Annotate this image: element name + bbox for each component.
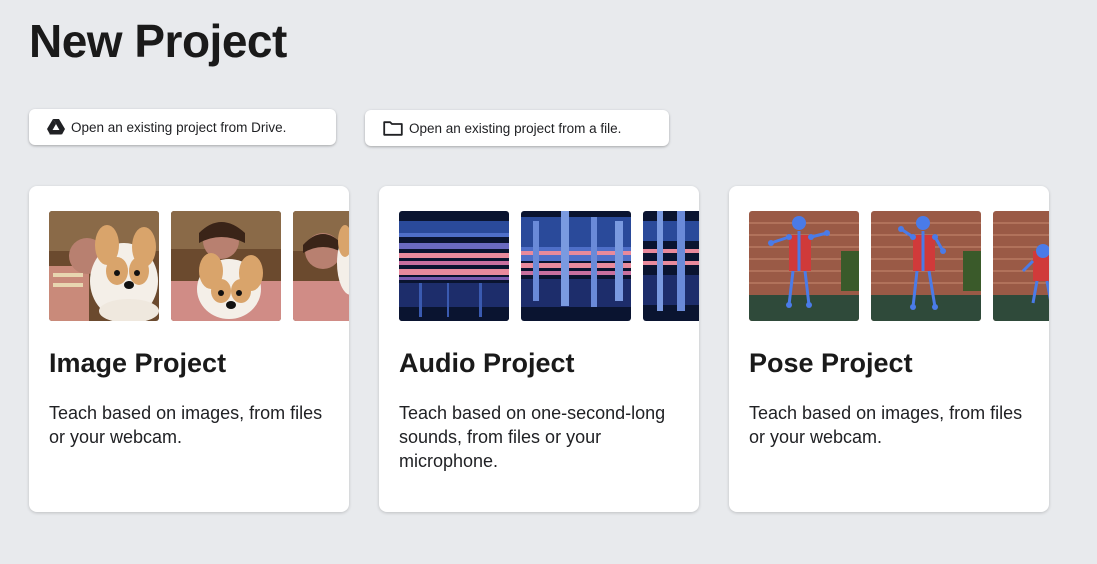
audio-project-card[interactable]: Audio Project Teach based on one-second-… <box>379 186 699 512</box>
image-project-description: Teach based on images, from files or you… <box>49 403 323 447</box>
pose-thumbnail <box>749 211 859 321</box>
image-thumbnail <box>293 211 349 321</box>
spectrogram-thumbnail <box>521 211 631 321</box>
image-project-title: Image Project <box>49 348 227 378</box>
pose-thumbnails <box>749 211 1049 321</box>
spectrogram-thumbnail <box>643 211 699 321</box>
spectrogram-thumbnail <box>399 211 509 321</box>
open-from-file-button[interactable]: Open an existing project from a file. <box>365 110 669 146</box>
open-from-drive-button[interactable]: Open an existing project from Drive. <box>29 109 336 145</box>
open-from-file-label: Open an existing project from a file. <box>409 120 622 136</box>
pose-thumbnail <box>993 211 1049 321</box>
image-project-card[interactable]: Image Project Teach based on images, fro… <box>29 186 349 512</box>
page-title: New Project <box>29 15 287 67</box>
pose-thumbnail <box>871 211 981 321</box>
image-thumbnail <box>49 211 159 321</box>
audio-project-description: Teach based on one-second-long sounds, f… <box>399 403 666 471</box>
pose-project-description: Teach based on images, from files or you… <box>749 403 1023 447</box>
google-drive-icon <box>47 119 65 135</box>
image-thumbnail <box>171 211 281 321</box>
image-thumbnails <box>49 211 349 321</box>
audio-thumbnails <box>399 211 699 321</box>
folder-icon <box>383 120 403 136</box>
pose-project-title: Pose Project <box>749 348 913 378</box>
open-from-drive-label: Open an existing project from Drive. <box>71 119 287 135</box>
audio-project-title: Audio Project <box>399 348 575 378</box>
pose-project-card[interactable]: Pose Project Teach based on images, from… <box>729 186 1049 512</box>
